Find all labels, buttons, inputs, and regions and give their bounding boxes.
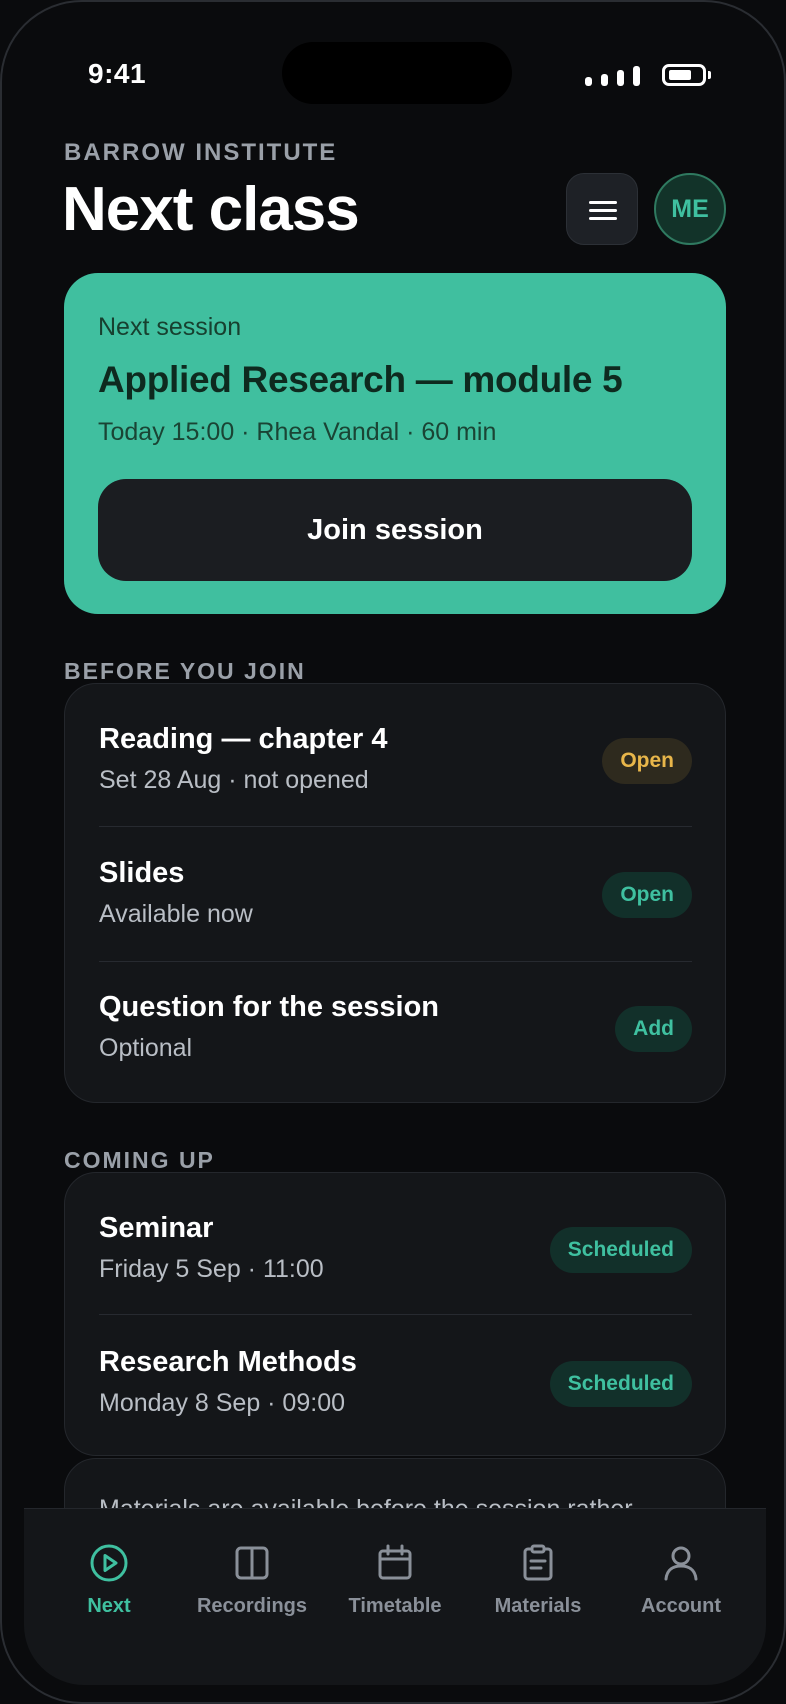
session-title: Applied Research — module 5 [98,359,623,400]
list-item-slides[interactable]: Slides Available now Open [65,818,725,952]
signal-icon [585,66,641,86]
coming-up-heading: COMING UP [64,1147,215,1173]
before-you-join-heading: BEFORE YOU JOIN [64,658,306,684]
list-item-question[interactable]: Question for the session Optional Add [65,952,725,1086]
tab-account[interactable]: Account [616,1543,746,1618]
session-meta: Today 15:00 · Rhea Vandal · 60 min [98,418,497,446]
list-item-title: Question for the session [99,991,439,1023]
institution-name: BARROW INSTITUTE [64,139,338,166]
tab-recordings[interactable]: Recordings [187,1543,317,1618]
calendar-icon [378,1544,412,1580]
list-item-research-methods[interactable]: Research Methods Monday 8 Sep · 09:00 Sc… [65,1307,725,1441]
camera-notch [282,42,512,104]
tab-timetable[interactable]: Timetable [330,1543,460,1618]
next-session-card: Next session Applied Research — module 5… [64,273,726,614]
list-item-reading[interactable]: Reading — chapter 4 Set 28 Aug · not ope… [65,684,725,818]
list-item-title: Seminar [99,1212,214,1244]
list-item-title: Slides [99,857,185,889]
status-badge: Scheduled [549,1361,692,1407]
join-session-button[interactable]: Join session [98,479,692,581]
phone-screen: 9:41 BARROW INSTITUTE Next class ME Next… [0,0,786,1704]
tab-label: Account [641,1595,721,1617]
tab-label: Recordings [196,1595,308,1617]
menu-button[interactable] [566,173,638,245]
tab-label: Materials [494,1595,582,1617]
open-slides-button[interactable]: Open [602,872,692,918]
next-session-label: Next session [98,313,242,341]
list-item-seminar[interactable]: Seminar Friday 5 Sep · 11:00 Scheduled [65,1173,725,1307]
tab-label: Next [87,1595,131,1617]
list-item-title: Reading — chapter 4 [99,723,388,755]
battery-icon [662,64,706,86]
battery-cap [708,71,711,79]
before-you-join-card: Reading — chapter 4 Set 28 Aug · not ope… [64,683,726,1103]
list-item-title: Research Methods [99,1346,357,1378]
status-time: 9:41 [88,58,147,89]
page-title: Next class [62,175,360,244]
status-bar: 9:41 [2,2,784,112]
status-badge: Scheduled [549,1227,692,1273]
open-reading-button[interactable]: Open [602,738,692,784]
hamburger-icon [589,201,617,220]
avatar[interactable]: ME [654,173,726,245]
coming-up-card: Seminar Friday 5 Sep · 11:00 Scheduled R… [64,1172,726,1456]
tab-next[interactable]: Next [44,1543,174,1618]
list-item-subtitle: Set 28 Aug · not opened [99,766,369,794]
add-question-button[interactable]: Add [615,1006,692,1052]
list-item-subtitle: Available now [99,900,253,928]
tab-label: Timetable [348,1595,442,1617]
clipboard-icon [523,1544,553,1581]
list-item-subtitle: Monday 8 Sep · 09:00 [99,1389,345,1417]
columns-icon [235,1546,269,1580]
person-icon [664,1546,698,1581]
list-item-subtitle: Optional [99,1034,193,1062]
bottom-tab-bar: Next Recordings Timetable Materials Acco… [24,1508,766,1685]
play-circle-icon [90,1544,128,1582]
tab-materials[interactable]: Materials [473,1543,603,1618]
list-item-subtitle: Friday 5 Sep · 11:00 [99,1255,324,1283]
